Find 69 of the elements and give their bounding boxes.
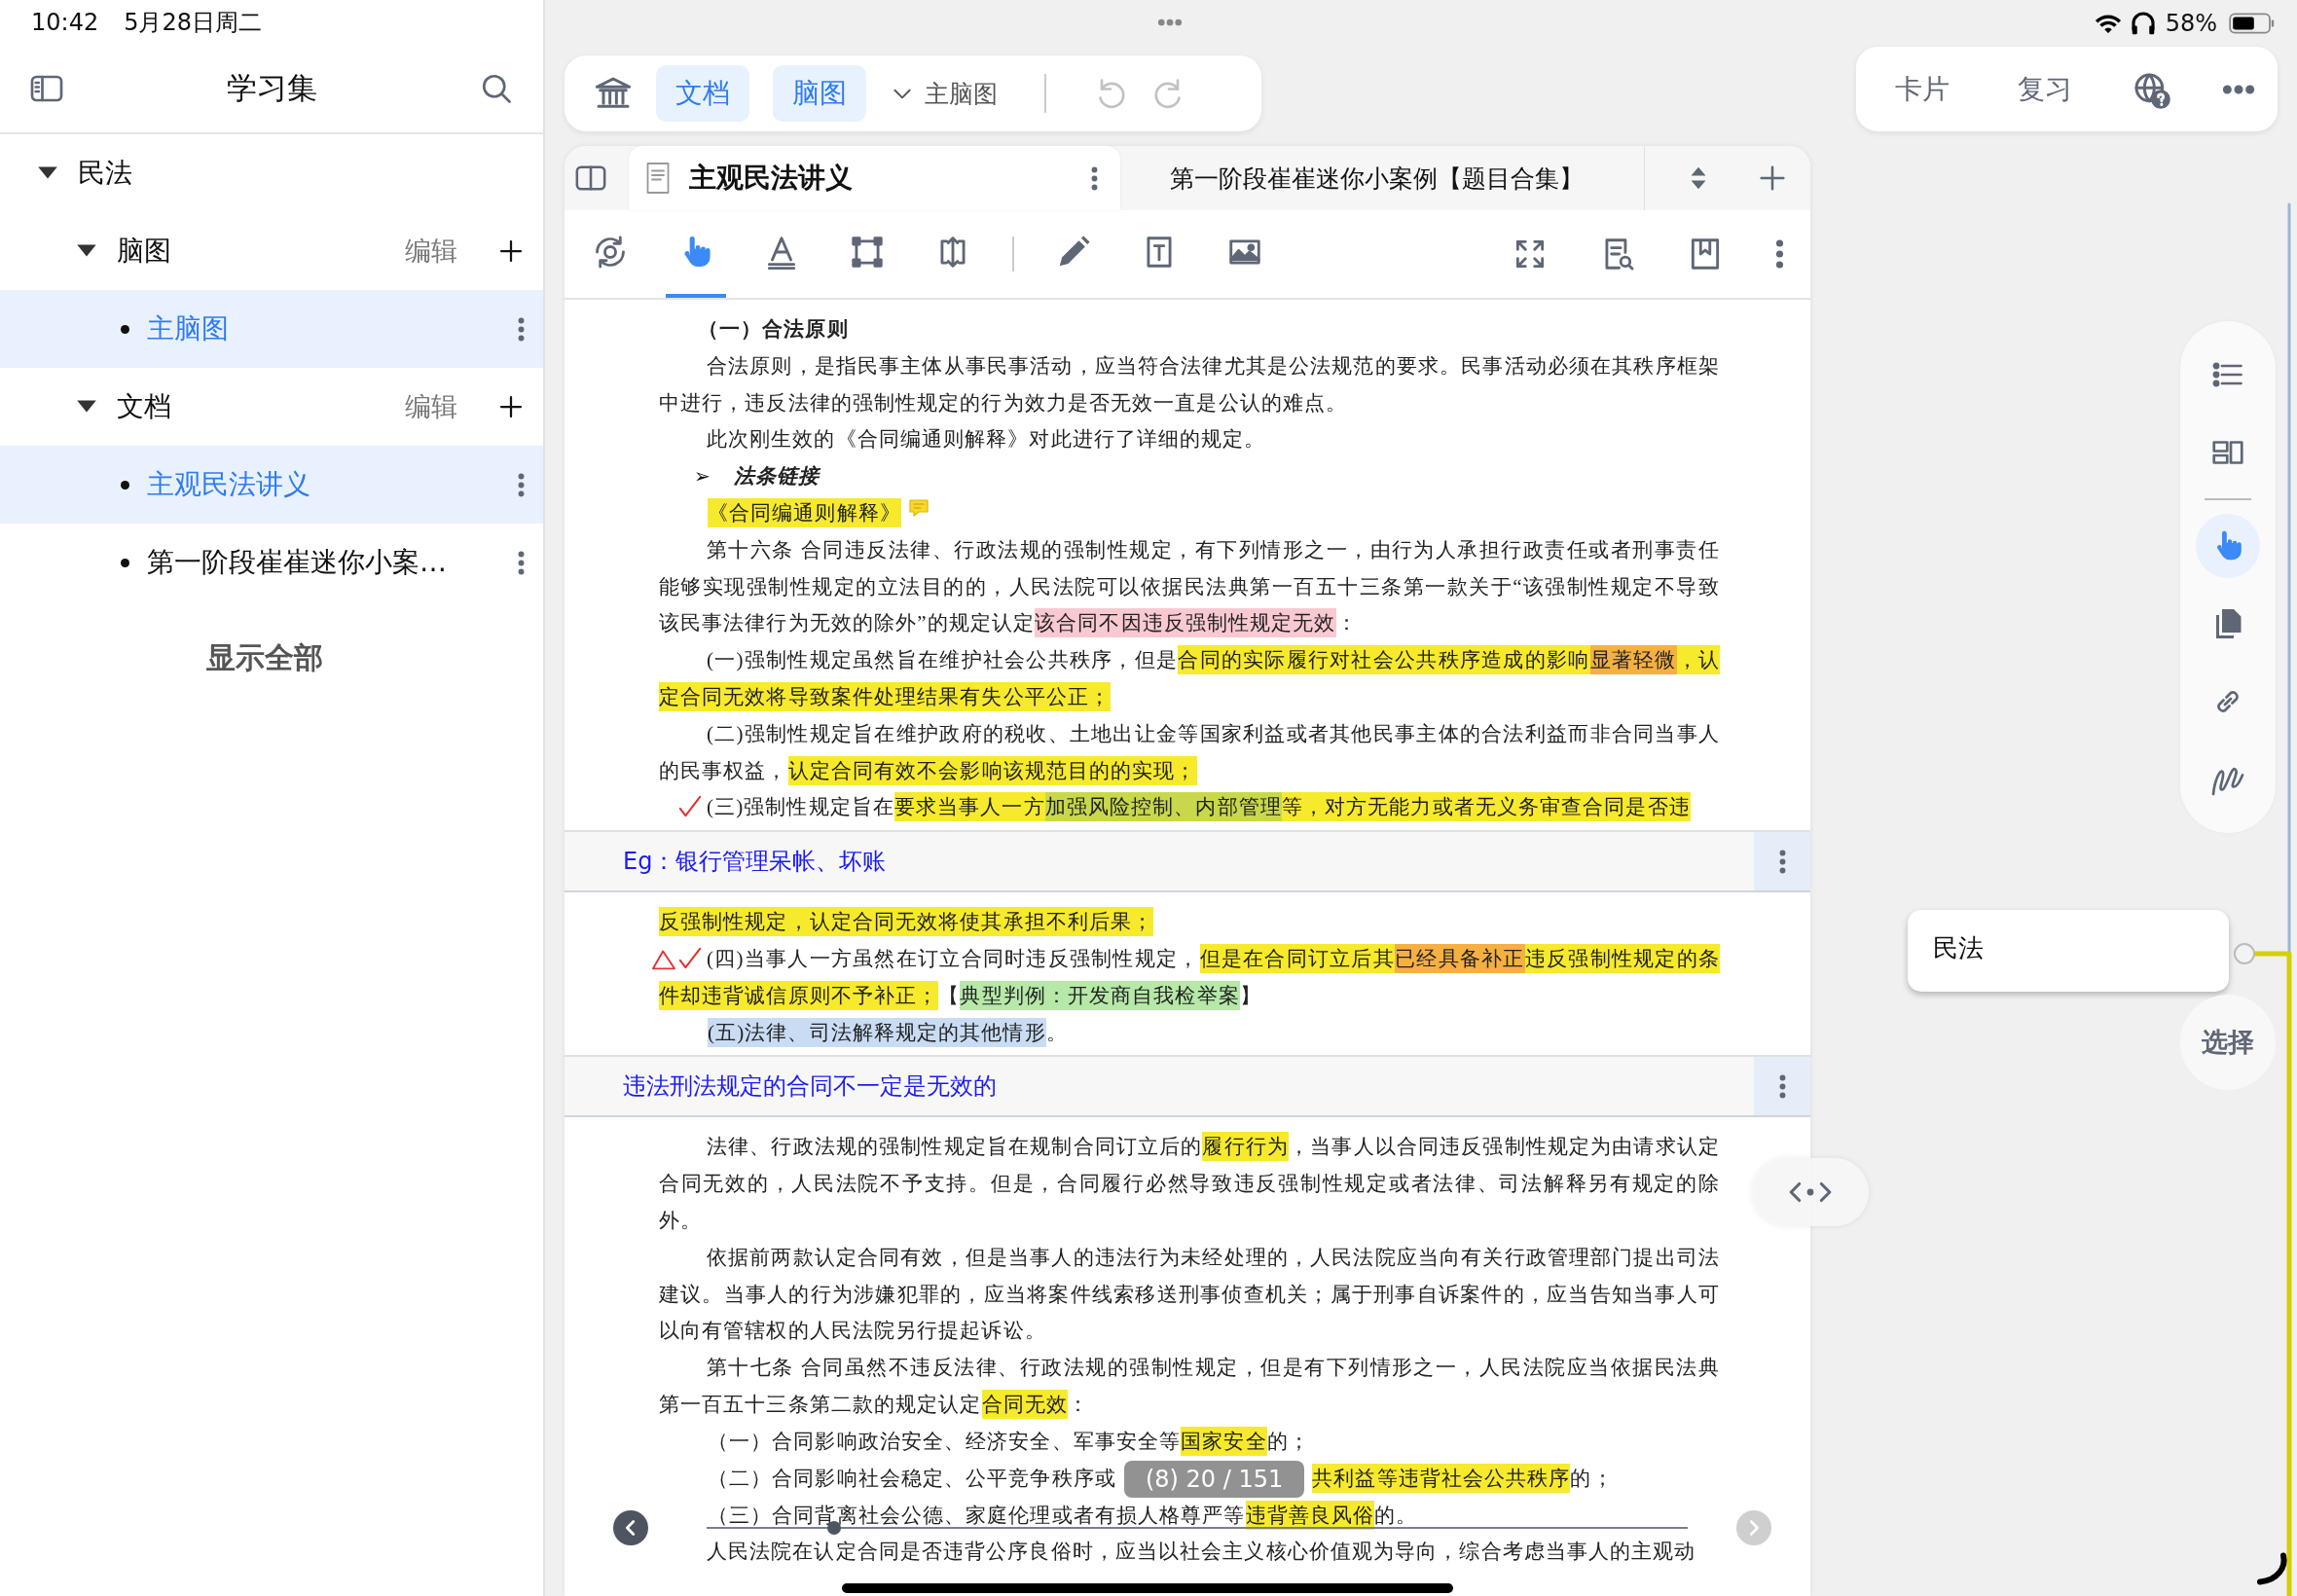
battery-icon bbox=[2229, 11, 2276, 36]
paragraph-text: 反强制性规定，认定合同无效将使其承担不利后果； bbox=[659, 904, 1720, 941]
show-all-button[interactable]: 显示全部 bbox=[206, 631, 323, 686]
page-nav-button[interactable] bbox=[1752, 1158, 1869, 1226]
paragraph-text: 第十七条 合同虽然不违反法律、行政法规的强制性规定，但是有下列情形之一，人民法院应当依据民法典第一百五十三条第二款的规定认定合同无效： bbox=[659, 1350, 1720, 1424]
annotation-menu-button[interactable] bbox=[1754, 832, 1810, 891]
paragraph-text: （一）合同影响政治安全、经济安全、军事安全等国家安全的； bbox=[659, 1423, 1720, 1461]
more-icon[interactable] bbox=[517, 315, 526, 343]
more-icon bbox=[1777, 1072, 1787, 1100]
map-dropdown-label: 主脑图 bbox=[925, 78, 998, 110]
annotation-text: Eg：银行管理呆帐、坏账 bbox=[622, 847, 888, 878]
tree-item[interactable]: 第一阶段崔崔迷你小案… bbox=[0, 524, 543, 601]
map-dropdown[interactable]: 主脑图 bbox=[890, 77, 998, 110]
group-label: 文档 bbox=[117, 389, 172, 424]
annotation-text: 违法刑法规定的合同不一定是无效的 bbox=[622, 1071, 998, 1103]
paragraph-text: （二）合同影响社会稳定、公平竞争秩序或 bbox=[707, 1465, 1116, 1492]
sidebar-title: 学习集 bbox=[226, 69, 317, 107]
tab-title: 主观民法讲义 bbox=[689, 161, 854, 196]
bullet-dot bbox=[121, 480, 129, 490]
paragraph-text: 依据前两款认定合同有效，但是当事人的违法行为未经处理的，人民法院应当向有关行政管理部门提出司法建议。当事人的行为涉嫌犯罪的，应当将案件线索移送刑事侦查机关；属于刑事自诉案件的，应当告知当事人可以向有管辖权的人民法院另行提起诉讼。 bbox=[659, 1244, 1720, 1345]
view-toggle-button[interactable]: 文档 bbox=[656, 65, 749, 122]
document-tab[interactable]: 主观民法讲义 bbox=[629, 146, 1120, 210]
tab-title: 第一阶段崔崔迷你小案例【题目合集】 bbox=[1170, 163, 1585, 195]
status-time: 10:42 bbox=[31, 9, 99, 36]
more-icon[interactable] bbox=[1774, 237, 1785, 271]
edit-button[interactable]: 编辑 bbox=[405, 234, 479, 269]
more-icon[interactable] bbox=[517, 549, 526, 576]
tree-folder[interactable]: 民法 bbox=[0, 134, 543, 212]
more-icon bbox=[1777, 848, 1787, 875]
item-label: 第一阶段崔崔迷你小案… bbox=[147, 545, 448, 580]
previous-page-button[interactable] bbox=[613, 1510, 648, 1545]
tree-item[interactable]: 主观民法讲义 bbox=[0, 446, 543, 524]
tree-group[interactable]: 脑图 编辑 bbox=[0, 212, 543, 290]
toolbar-text-button[interactable]: 卡片 bbox=[1885, 64, 1959, 114]
item-label: 主脑图 bbox=[147, 311, 230, 346]
paragraph-text: 人民法院在认定合同是否违背公序良俗时，应当以社会主义核心价值观为导向，综合考虑当事人的主观动 bbox=[706, 1539, 1697, 1566]
view-toggle-button[interactable]: 脑图 bbox=[773, 65, 866, 122]
paragraph-text: 合法原则，是指民事主体从事民事活动，应当符合法律尤其是公法规范的要求。民事活动必须在其秩序框架中进行，违反法律的强制性规定的行为效力是否无效一直是公认的难点。 bbox=[659, 352, 1720, 417]
paragraph-text: 法条链接 bbox=[734, 463, 820, 490]
paragraph-text: 法律、行政法规的强制性规定旨在规制合同订立后的履行行为，当事人以合同违反强制性规定为由请求认定合同无效的，人民法院不予支持。但是，合同履行必然导致违反强制性规定或者法律、司法解释另有规定的除外。 bbox=[659, 1129, 1720, 1240]
group-label: 脑图 bbox=[117, 234, 172, 269]
paragraph-text: (二)强制性规定旨在维护政府的税收、土地出让金等国家利益或者其他民事主体的合法利益而非合同当事人的民事权益，认定合同有效不会影响该规范目的的实现； bbox=[659, 715, 1720, 790]
toolbar-text-button[interactable]: 复习 bbox=[2008, 64, 2083, 114]
mind-map-node[interactable]: 民法 bbox=[1908, 910, 2229, 992]
bullet-dot bbox=[121, 324, 129, 334]
more-icon[interactable] bbox=[517, 471, 526, 498]
annotation-bar[interactable]: Eg：银行管理呆帐、坏账 bbox=[565, 830, 1810, 893]
item-label: 主观民法讲义 bbox=[147, 467, 311, 502]
folder-label: 民法 bbox=[78, 156, 132, 191]
page-indicator: (8) 20 / 151 bbox=[1123, 1460, 1305, 1498]
paragraph-text: (三)强制性规定旨在要求当事人一方加强风险控制、内部管理等，对方无能力或者无义务审查合同是否违 bbox=[659, 789, 1720, 827]
edit-button[interactable]: 编辑 bbox=[405, 389, 479, 424]
bullet-arrow: ➢ bbox=[694, 464, 711, 489]
paragraph-text: (五)法律、司法解释规定的其他情形。 bbox=[659, 1014, 1720, 1052]
document-tab[interactable]: 第一阶段崔崔迷你小案例【题目合集】 bbox=[1119, 146, 1645, 210]
annotation-bar[interactable]: 违法刑法规定的合同不一定是无效的 bbox=[565, 1055, 1810, 1118]
bullet-dot bbox=[121, 558, 129, 567]
paragraph-text: 第十六条 合同违反法律、行政法规的强制性规定，有下列情形之一，由行为人承担行政责任或者刑事责任能够实现强制性规定的立法目的的，人民法院可以依据民法典第一百五十三条第一款关于“该强制性规定不导致该民事法律行为无效的除外”的规定认定该合同不因违反强制性规定无效： bbox=[659, 531, 1720, 643]
paragraph-text: （一）合法原则 bbox=[697, 316, 850, 343]
tree-item[interactable]: 主脑图 bbox=[0, 290, 543, 368]
battery-percent: 58% bbox=[2165, 10, 2217, 37]
select-button[interactable]: 选择 bbox=[2180, 995, 2276, 1090]
paragraph-text: 此次刚生效的《合同编通则解释》对此进行了详细的规定。 bbox=[706, 426, 1267, 453]
tree-group[interactable]: 文档 编辑 bbox=[0, 368, 543, 446]
more-icon[interactable] bbox=[1089, 164, 1099, 192]
pen-stroke-icon[interactable] bbox=[2254, 1551, 2289, 1586]
status-date: 5月28日周二 bbox=[124, 8, 262, 38]
selection-rectangle-icon bbox=[849, 234, 886, 271]
annotation-menu-button[interactable] bbox=[1754, 1057, 1810, 1116]
